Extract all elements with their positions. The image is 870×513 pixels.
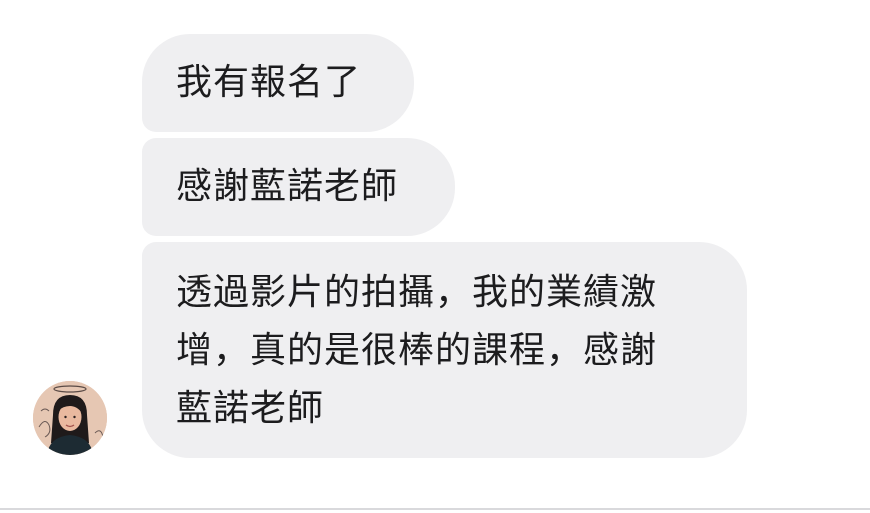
message-text-line: 藍諾老師 [176,388,325,429]
message-bubble[interactable]: 感謝藍諾老師 [142,138,455,236]
message-text: 我有報名了 [176,62,362,103]
chat-screen: 我有報名了 感謝藍諾老師 透過影片的拍攝，我的業績激 增，真的是很棒的課程，感謝… [0,0,870,513]
message-text-line: 透過影片的拍攝，我的業績激 [176,272,658,313]
message-text-line: 增，真的是很棒的課程，感謝 [176,330,658,371]
divider [0,508,870,510]
message-text: 感謝藍諾老師 [176,166,399,207]
sender-avatar[interactable] [33,381,107,455]
message-bubble[interactable]: 透過影片的拍攝，我的業績激 增，真的是很棒的課程，感謝 藍諾老師 [142,242,747,458]
user-avatar-icon [33,381,107,455]
message-bubble[interactable]: 我有報名了 [142,34,414,132]
